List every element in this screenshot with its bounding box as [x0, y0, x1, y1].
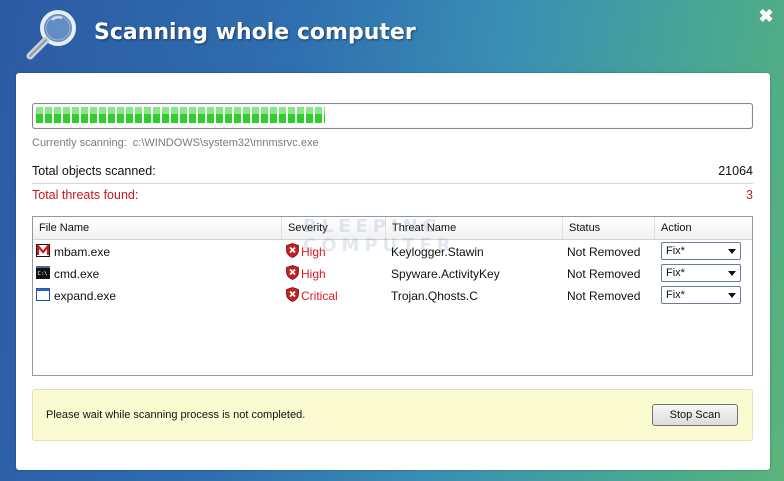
- severity-label: High: [301, 267, 326, 281]
- close-button[interactable]: ✖: [756, 6, 776, 26]
- window-icon: [36, 288, 50, 301]
- cmd-icon: C:\: [36, 266, 50, 279]
- column-header-status[interactable]: Status: [563, 217, 655, 239]
- objects-scanned-value: 21064: [718, 164, 753, 178]
- magnifier-icon: [26, 10, 76, 60]
- action-select[interactable]: Fix*: [661, 286, 741, 304]
- chevron-down-icon[interactable]: [728, 271, 736, 276]
- current-scan-path: c:\WINDOWS\system32\mnmsrvc.exe: [132, 137, 319, 149]
- stats-divider: [32, 183, 753, 184]
- close-icon[interactable]: ✖: [758, 6, 773, 26]
- threats-found-value: 3: [746, 188, 753, 202]
- column-header-file[interactable]: File Name: [33, 217, 282, 239]
- threat-name: Spyware.ActivityKey: [391, 267, 500, 281]
- chevron-down-icon[interactable]: [728, 293, 736, 298]
- current-scan-label: Currently scanning:: [32, 137, 127, 149]
- shield-icon: [286, 287, 299, 302]
- notice-panel: Please wait while scanning process is no…: [32, 389, 753, 441]
- svg-text:C:\: C:\: [38, 271, 48, 277]
- progress-fill: [36, 107, 325, 123]
- status-label: Not Removed: [567, 289, 641, 303]
- severity-label: High: [301, 245, 326, 259]
- action-select[interactable]: Fix*: [661, 264, 741, 282]
- title-bar: Scanning whole computer ✖: [0, 0, 784, 72]
- main-panel: Currently scanning: c:\WINDOWS\system32\m…: [16, 73, 770, 470]
- threat-name: Trojan.Qhosts.C: [391, 289, 478, 303]
- current-scan-status: Currently scanning: c:\WINDOWS\system32\m…: [32, 137, 319, 149]
- shield-icon: [286, 243, 299, 258]
- threats-found-row: Total threats found: 3: [32, 188, 753, 206]
- chevron-down-icon[interactable]: [728, 249, 736, 254]
- action-select-value[interactable]: Fix*: [666, 245, 685, 257]
- status-label: Not Removed: [567, 245, 641, 259]
- mbam-icon: [36, 244, 50, 257]
- threats-found-label: Total threats found:: [32, 188, 139, 202]
- action-select-value[interactable]: Fix*: [666, 267, 685, 279]
- watermark-line-1: BLEEPING: [303, 216, 443, 237]
- table-row[interactable]: expand.exe Critical Trojan.Qhosts.C Not …: [33, 285, 752, 307]
- file-name: expand.exe: [54, 289, 117, 303]
- table-row[interactable]: C:\ cmd.exe High Spyware.ActivityKey Not…: [33, 263, 752, 285]
- threat-table: File Name Severity Threat Name Status Ac…: [32, 216, 753, 376]
- table-row[interactable]: mbam.exe High Keylogger.Stawin Not Remov…: [33, 241, 752, 263]
- action-select-value[interactable]: Fix*: [666, 289, 685, 301]
- action-select[interactable]: Fix*: [661, 242, 741, 260]
- shield-icon: [286, 265, 299, 280]
- severity-label: Critical: [301, 289, 338, 303]
- objects-scanned-label: Total objects scanned:: [32, 164, 156, 178]
- notice-text: Please wait while scanning process is no…: [46, 409, 306, 421]
- scanner-window: Scanning whole computer ✖ Currently scan…: [0, 0, 784, 481]
- file-name: mbam.exe: [54, 245, 111, 259]
- column-header-action[interactable]: Action: [655, 217, 752, 239]
- objects-scanned-row: Total objects scanned: 21064: [32, 164, 753, 182]
- status-label: Not Removed: [567, 267, 641, 281]
- window-title: Scanning whole computer: [94, 20, 416, 45]
- stop-scan-button[interactable]: Stop Scan: [652, 404, 738, 426]
- file-name: cmd.exe: [54, 267, 100, 281]
- scan-progress-bar: [32, 103, 753, 129]
- threat-name: Keylogger.Stawin: [391, 245, 484, 259]
